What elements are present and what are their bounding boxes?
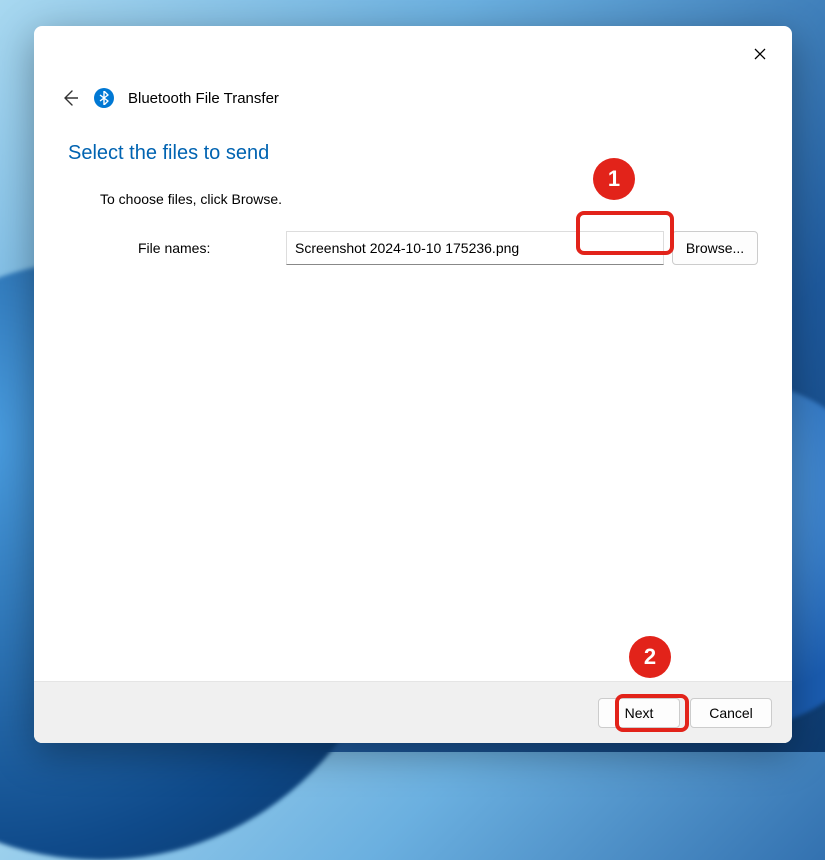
dialog-window: Bluetooth File Transfer Select the files…	[34, 26, 792, 743]
file-names-row: File names: Browse...	[138, 231, 758, 265]
bluetooth-icon	[94, 88, 114, 108]
cancel-button[interactable]: Cancel	[690, 698, 772, 728]
dialog-header: Bluetooth File Transfer	[34, 26, 792, 118]
instruction-text: To choose files, click Browse.	[100, 191, 758, 207]
dialog-title: Bluetooth File Transfer	[128, 90, 279, 107]
dialog-content: Select the files to send To choose files…	[34, 118, 792, 681]
close-button[interactable]	[742, 36, 778, 72]
browse-button[interactable]: Browse...	[672, 231, 758, 265]
close-icon	[754, 48, 766, 60]
file-names-label: File names:	[138, 240, 286, 256]
back-arrow-icon	[60, 89, 78, 107]
page-heading: Select the files to send	[68, 142, 758, 165]
dialog-footer: Next Cancel	[34, 681, 792, 743]
file-names-input[interactable]	[286, 231, 664, 265]
next-button[interactable]: Next	[598, 698, 680, 728]
back-button[interactable]	[58, 87, 80, 109]
